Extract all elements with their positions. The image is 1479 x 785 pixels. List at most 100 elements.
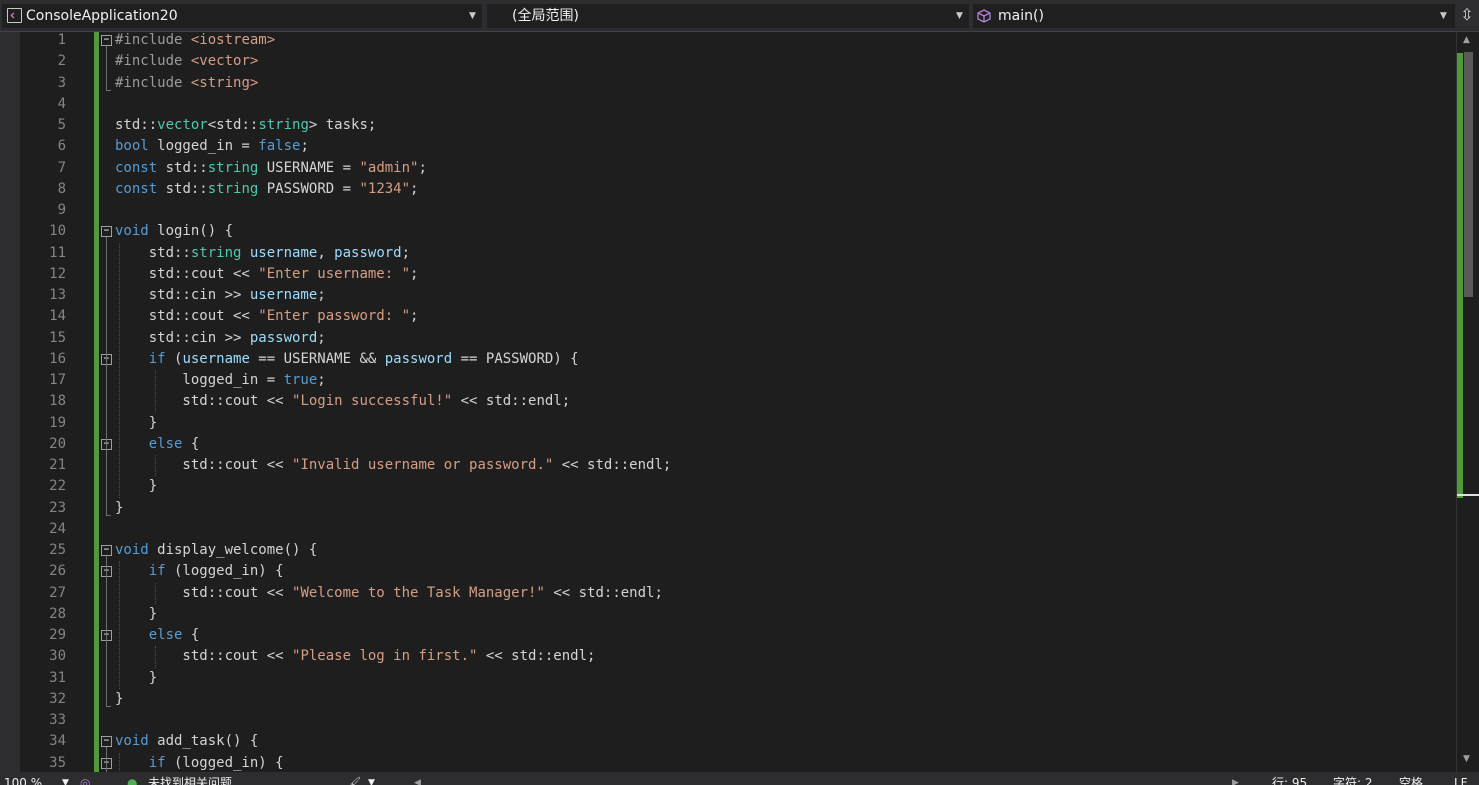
code-line[interactable]: 30 std::cout << "Please log in first." <… — [0, 646, 1455, 667]
scroll-down-icon[interactable]: ▼ — [1463, 754, 1470, 764]
line-number: 33 — [49, 712, 66, 728]
code-line[interactable]: 29− else { — [0, 625, 1455, 646]
line-number: 35 — [49, 754, 66, 771]
code-line[interactable]: 13 std::cin >> username; — [0, 285, 1455, 306]
code-text: } — [115, 669, 158, 686]
code-text: std::cout << "Welcome to the Task Manage… — [115, 584, 663, 601]
scroll-right-icon[interactable]: ▶ — [1232, 772, 1239, 785]
check-icon: ● — [127, 776, 138, 785]
code-line[interactable]: 3 #include <string> — [0, 73, 1455, 94]
scrollbar-thumb[interactable] — [1464, 52, 1473, 297]
line-number: 11 — [49, 244, 66, 261]
split-window-icon[interactable]: ⇳ — [1456, 4, 1478, 28]
code-text: void login() { — [115, 223, 234, 240]
code-line[interactable]: 34 − void add_task() { — [0, 731, 1455, 752]
code-line[interactable]: 1 − #include <iostream> — [0, 32, 1455, 51]
brush-icon[interactable]: 🖌 — [346, 772, 361, 785]
line-number: 28 — [49, 605, 66, 622]
code-line[interactable]: 8 const std::string PASSWORD = "1234"; — [0, 179, 1455, 200]
code-line[interactable]: 18 std::cout << "Login successful!" << s… — [0, 391, 1455, 412]
code-line[interactable]: 11 std::string username, password; — [0, 243, 1455, 264]
code-line[interactable]: 10 − void login() { — [0, 221, 1455, 242]
code-text: if (username == USERNAME && password == … — [148, 350, 579, 367]
line-ending-indicator[interactable]: LF — [1454, 772, 1468, 785]
caret-position-marker — [1457, 494, 1479, 496]
code-line[interactable]: 31 } — [0, 668, 1455, 689]
char-indicator[interactable]: 字符: 2 — [1333, 772, 1373, 785]
line-number: 10 — [49, 223, 66, 240]
issues-status[interactable]: 未找到相关问题 — [148, 772, 232, 785]
collapse-icon[interactable]: − — [101, 226, 112, 238]
line-number: 24 — [49, 520, 66, 537]
code-line[interactable]: 21 std::cout << "Invalid username or pas… — [0, 455, 1455, 476]
code-text: } — [115, 414, 158, 431]
line-number: 7 — [57, 159, 66, 176]
code-text: std::cout << "Enter password: "; — [115, 308, 419, 325]
vertical-scrollbar[interactable]: ▲ ▼ — [1456, 32, 1479, 772]
line-number: 8 — [57, 180, 66, 197]
collapse-icon[interactable]: − — [101, 736, 112, 748]
code-text: #include <iostream> — [115, 32, 276, 48]
code-text: logged_in = true; — [115, 372, 326, 388]
code-line[interactable]: 7 const std::string USERNAME = "admin"; — [0, 158, 1455, 179]
chevron-down-icon: ▼ — [469, 11, 476, 21]
whitespace-indicator[interactable]: 空格 — [1399, 772, 1423, 785]
indent-guide — [119, 561, 120, 689]
code-text: std::cout << "Invalid username or passwo… — [115, 457, 672, 473]
code-line[interactable]: 27 std::cout << "Welcome to the Task Man… — [0, 583, 1455, 604]
line-number: 26 — [49, 563, 66, 580]
chevron-down-icon[interactable]: ▼ — [62, 772, 69, 785]
line-number: 30 — [49, 648, 66, 665]
line-number: 22 — [49, 478, 66, 495]
code-text: } — [115, 478, 158, 495]
code-line[interactable]: 16− if (username == USERNAME && password… — [0, 349, 1455, 370]
zoom-level[interactable]: 100 % — [4, 772, 42, 785]
code-line[interactable]: 25 − void display_welcome() { — [0, 540, 1455, 561]
scope-label: (全局范围) — [512, 8, 579, 24]
code-line[interactable]: 24 — [0, 519, 1455, 540]
line-number: 29 — [49, 627, 66, 643]
code-editor[interactable]: 1− #include <iostream> 2 #include <vector> 3… — [0, 32, 1479, 772]
code-line[interactable]: 23} — [0, 498, 1455, 519]
collapse-icon[interactable]: − — [101, 545, 112, 556]
line-number: 15 — [49, 329, 66, 346]
outline-line — [106, 747, 107, 772]
line-number: 2 — [57, 53, 66, 70]
code-line[interactable]: 35− if (logged_in) { — [0, 753, 1455, 773]
code-line[interactable]: 17 logged_in = true; — [0, 370, 1455, 391]
code-text: #include <string> — [115, 74, 259, 91]
scroll-up-icon[interactable]: ▲ — [1463, 35, 1470, 45]
scope-dropdown[interactable]: (全局范围) ▼ — [487, 4, 969, 28]
code-line[interactable]: 5 std::vector<std::string> tasks; — [0, 115, 1455, 136]
changes-marker — [1457, 53, 1463, 498]
line-number: 19 — [49, 414, 66, 431]
collapse-icon[interactable]: − — [101, 35, 112, 46]
code-line[interactable]: 28 } — [0, 604, 1455, 625]
line-number: 3 — [57, 74, 66, 91]
line-number: 9 — [57, 202, 66, 218]
project-icon — [7, 8, 22, 23]
project-dropdown[interactable]: ConsoleApplication20 ▼ — [2, 4, 482, 28]
line-number: 31 — [49, 669, 66, 686]
scroll-left-icon[interactable]: ◀ — [414, 772, 421, 785]
code-line[interactable]: 32} — [0, 689, 1455, 710]
line-indicator[interactable]: 行: 95 — [1272, 772, 1307, 785]
code-line[interactable]: 4 — [0, 94, 1455, 115]
code-line[interactable]: 9 — [0, 200, 1455, 221]
code-line[interactable]: 20− else { — [0, 434, 1455, 455]
code-line[interactable]: 26− if (logged_in) { — [0, 561, 1455, 582]
code-line[interactable]: 6 bool logged_in = false; — [0, 136, 1455, 157]
code-line[interactable]: 15 std::cin >> password; — [0, 328, 1455, 349]
member-dropdown[interactable]: main() ▼ — [973, 4, 1455, 28]
code-line[interactable]: 2 #include <vector> — [0, 51, 1455, 72]
line-number: 1 — [57, 32, 66, 48]
code-line[interactable]: 33 — [0, 710, 1455, 731]
code-line[interactable]: 12 std::cout << "Enter username: "; — [0, 264, 1455, 285]
line-number: 21 — [49, 457, 66, 473]
code-line[interactable]: 22 } — [0, 476, 1455, 497]
code-line[interactable]: 14 std::cout << "Enter password: "; — [0, 306, 1455, 327]
code-line[interactable]: 19 } — [0, 413, 1455, 434]
chevron-down-icon[interactable]: ▼ — [368, 772, 375, 785]
indent-guide — [155, 370, 156, 413]
copilot-icon[interactable]: ◎ — [80, 772, 90, 785]
